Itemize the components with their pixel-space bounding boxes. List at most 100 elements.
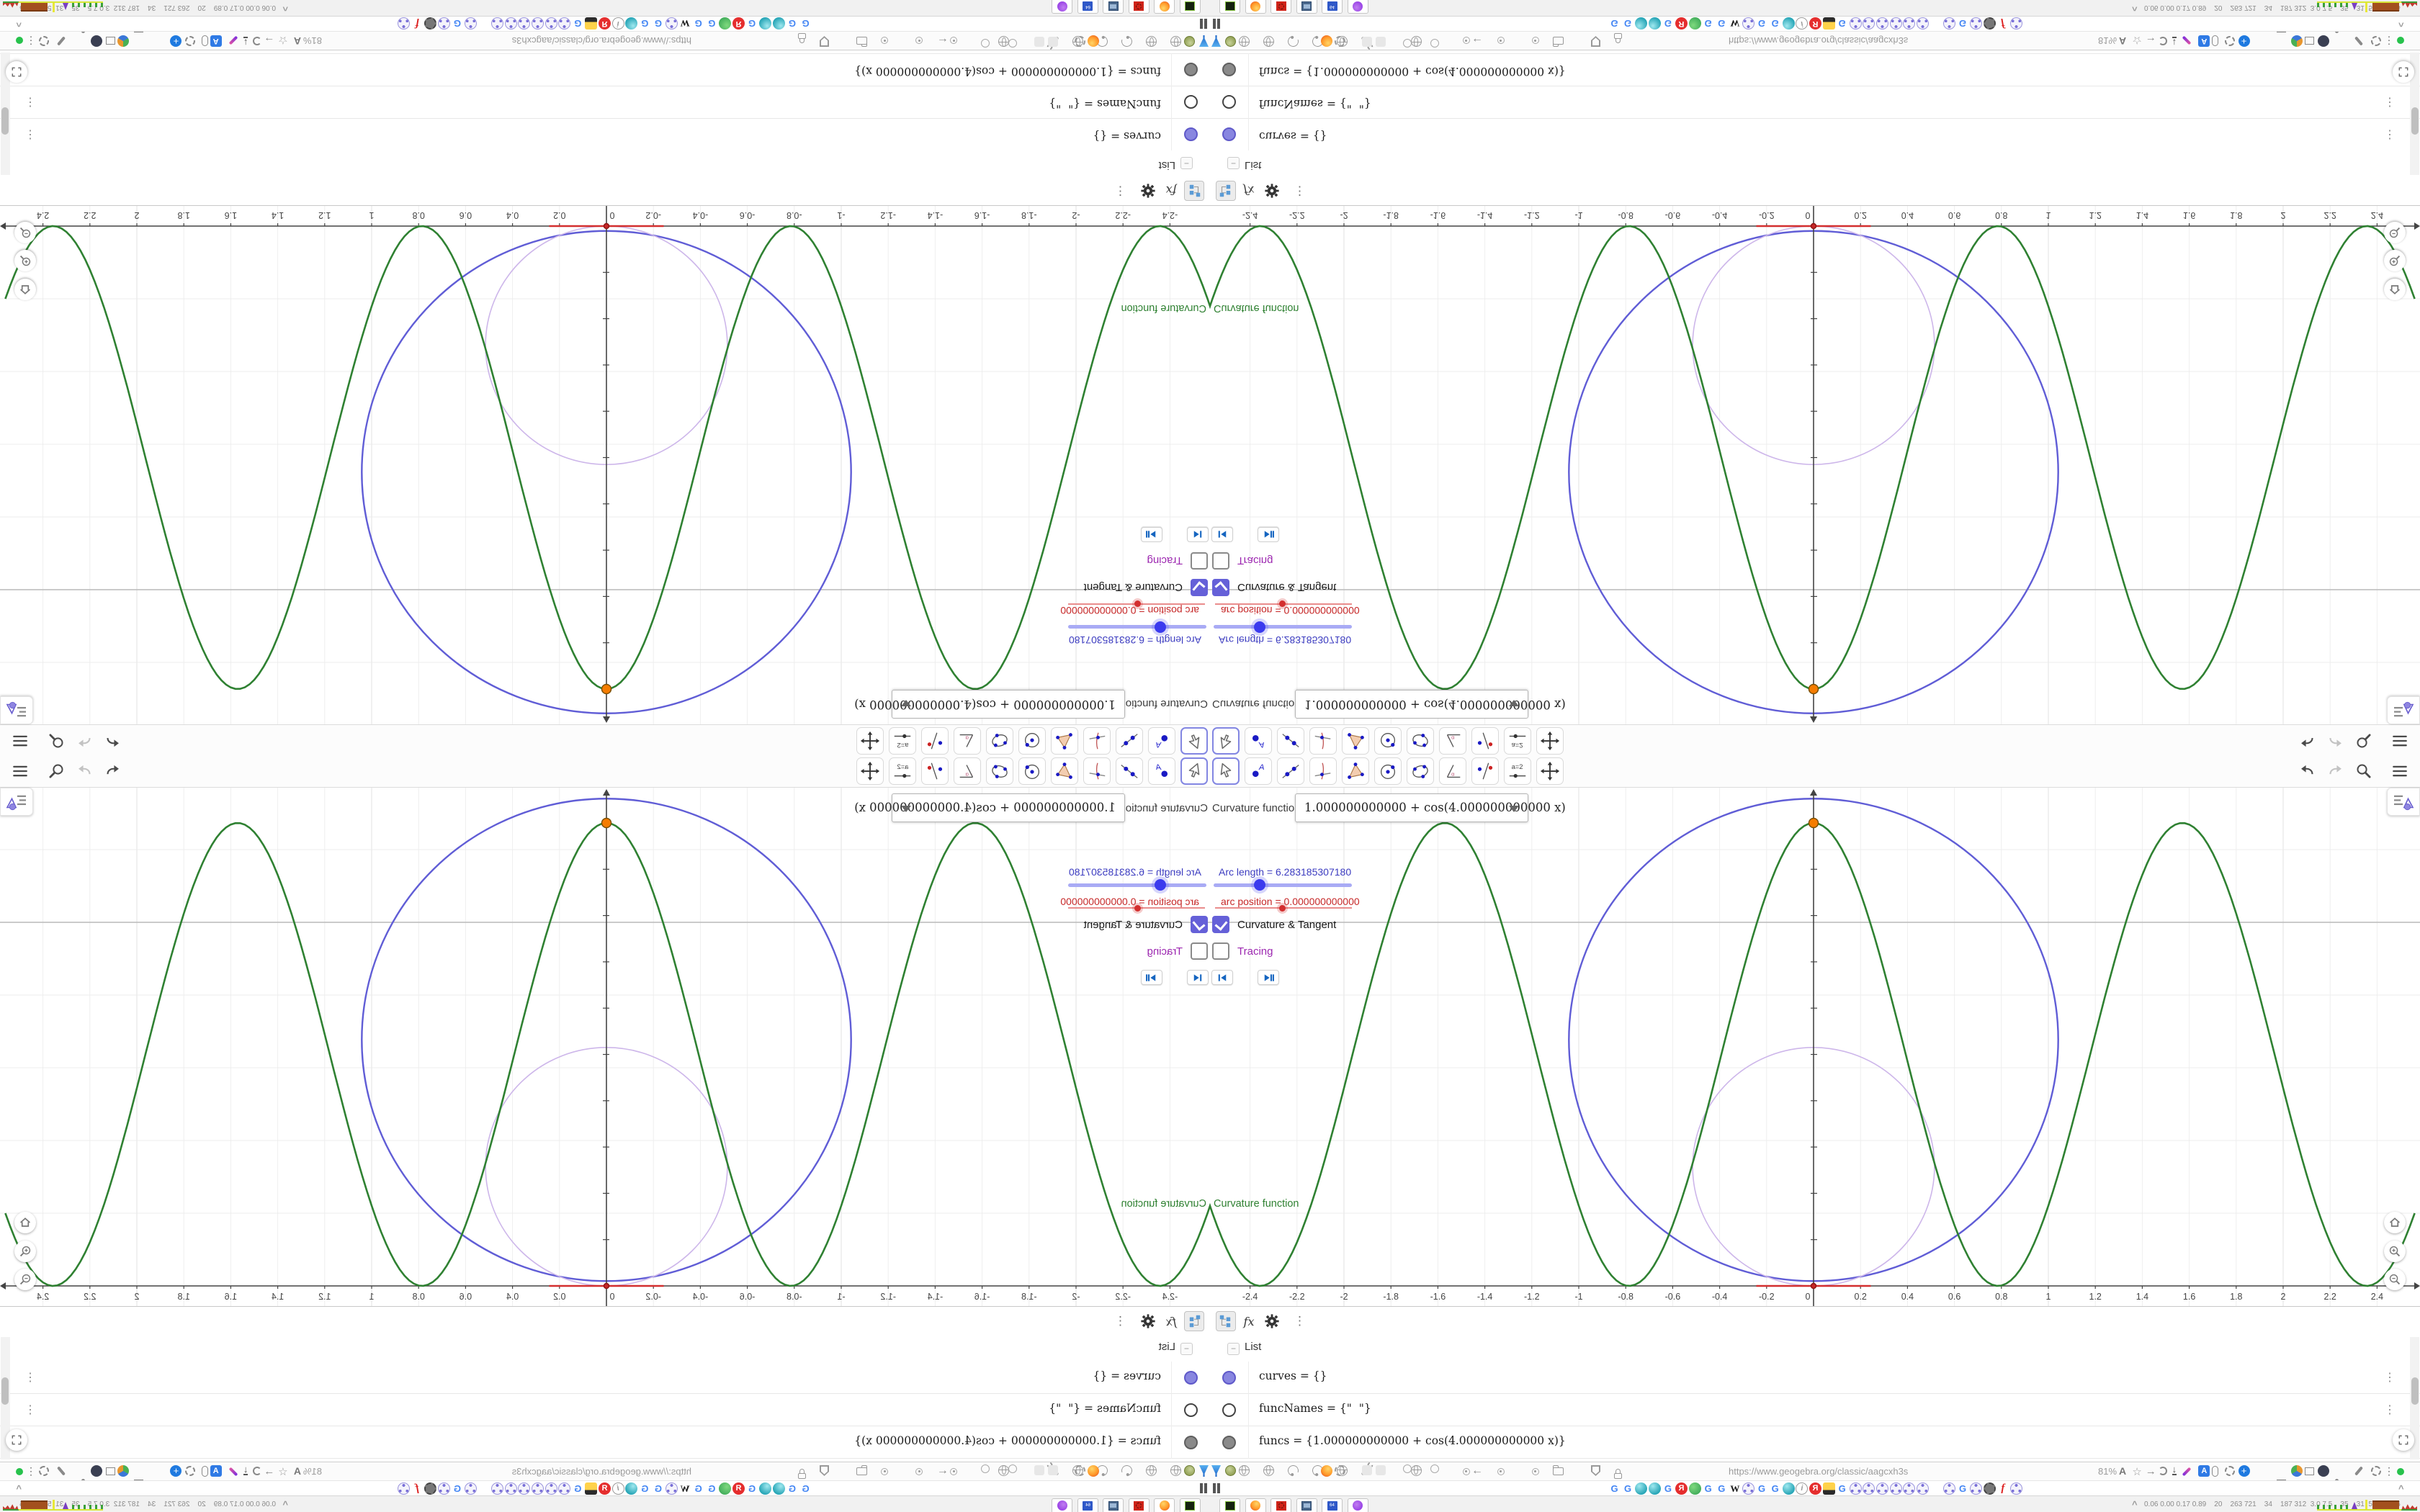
radio-circle-icon[interactable] [981, 1464, 990, 1473]
letter-a-blue-icon[interactable]: A [210, 35, 222, 47]
geogebra-icon[interactable] [437, 1482, 450, 1495]
tool-move-cursor[interactable] [1212, 727, 1240, 755]
scrollbar-thumb[interactable] [1, 107, 9, 135]
google-icon[interactable]: G [652, 17, 664, 30]
google-icon[interactable]: G [1662, 1482, 1674, 1495]
letter-a-blue-icon[interactable]: A [2198, 35, 2210, 47]
pause-bars-icon[interactable] [1198, 19, 1207, 29]
tool-slider[interactable]: a=2 [1504, 727, 1531, 755]
arc-position-slider[interactable] [1068, 904, 1205, 912]
yandex-icon[interactable]: Я [599, 17, 611, 30]
olive-circle-icon[interactable] [1225, 1465, 1236, 1476]
pause-bars-icon[interactable] [1198, 1483, 1207, 1493]
orb-icon[interactable] [759, 1482, 772, 1495]
letter-a-icon[interactable]: A [2119, 1465, 2126, 1477]
tabstrip-expander[interactable]: ^ [2398, 1483, 2404, 1494]
lock-icon[interactable] [798, 33, 806, 39]
taskbar-app-red-gear[interactable] [1129, 1498, 1150, 1512]
orb-icon[interactable] [1635, 1482, 1648, 1495]
radio-dot-icon[interactable] [881, 37, 888, 44]
geogebra-icon[interactable] [1889, 17, 1902, 30]
letter-a-icon[interactable]: A [294, 1465, 301, 1477]
google-icon[interactable]: G [572, 1482, 584, 1495]
ghost-icon[interactable] [1362, 37, 1372, 47]
tool-perpendicular-line[interactable] [1083, 757, 1111, 785]
gear-dark-icon[interactable] [1983, 17, 1996, 30]
folder-icon[interactable] [856, 37, 867, 45]
scrollbar-thumb[interactable] [2411, 1377, 2419, 1405]
graphics-stylebar-button[interactable] [0, 788, 33, 816]
undo-button[interactable] [2298, 762, 2317, 780]
folder-icon[interactable] [1553, 1465, 1564, 1475]
orb-icon[interactable] [625, 17, 638, 30]
kebab-icon[interactable]: ⋮ [1114, 184, 1126, 198]
menu-button[interactable] [2390, 732, 2409, 750]
search-button[interactable] [47, 732, 66, 750]
algebra-row[interactable]: funcs = {1.000000000000 + cos(4.00000000… [0, 1426, 1210, 1459]
globe-icon[interactable] [1146, 36, 1157, 47]
geogebra-icon[interactable] [558, 1482, 571, 1495]
google-icon[interactable]: G [706, 1482, 718, 1495]
zoom-in-button[interactable] [2384, 250, 2406, 271]
google-icon[interactable]: G [1702, 1482, 1714, 1495]
lo-circle-icon[interactable] [91, 1465, 102, 1477]
letter-a-blue-icon[interactable]: A [2198, 1465, 2210, 1477]
visibility-marble[interactable] [1184, 1403, 1198, 1417]
taskbar-app-firefox[interactable] [1245, 1498, 1266, 1512]
globe-icon[interactable] [1239, 36, 1250, 47]
pause-bars-icon[interactable] [1213, 1483, 1222, 1493]
letter-f-icon[interactable]: f [1996, 17, 2009, 30]
algebra-row[interactable]: funcNames = {" "} ⋮ [1210, 86, 2420, 118]
image-icon[interactable] [585, 1482, 598, 1495]
google-icon[interactable]: G [1608, 17, 1621, 30]
collapse-list-button[interactable]: − [1180, 157, 1193, 169]
tool-line[interactable] [1116, 727, 1143, 755]
green-wave-icon[interactable] [1688, 17, 1701, 30]
row-kebab-icon[interactable]: ⋮ [24, 127, 36, 142]
input-fx-button[interactable]: fx [1239, 1311, 1259, 1331]
menu-button[interactable] [11, 732, 30, 750]
gear-icon[interactable] [1075, 1465, 1085, 1476]
yandex-icon[interactable]: Я [1675, 17, 1688, 30]
taskbar-app-red-gear[interactable] [1129, 0, 1150, 14]
geogebra-icon[interactable] [491, 1482, 504, 1495]
firefox-icon[interactable] [1321, 35, 1332, 47]
geogebra-icon[interactable] [544, 17, 557, 30]
algebra-row[interactable]: funcNames = {" "} ⋮ [0, 86, 1210, 118]
geogebra-icon[interactable] [558, 17, 571, 30]
taskbar-app-purple-mask[interactable] [1347, 0, 1368, 14]
letter-f-icon[interactable]: f [1996, 1482, 2009, 1495]
tool-point[interactable]: A [1245, 727, 1272, 755]
tool-point[interactable]: A [1148, 757, 1175, 785]
algebra-row[interactable]: curves = {} ⋮ [1210, 118, 2420, 150]
image-icon[interactable] [1822, 1482, 1835, 1495]
tool-move-graphics-view[interactable] [1536, 757, 1564, 785]
olive-circle-icon[interactable] [1184, 1465, 1195, 1476]
shield-icon[interactable] [820, 1465, 829, 1476]
star-icon[interactable]: ☆ [278, 1465, 287, 1478]
graphics-stylebar-button[interactable] [0, 696, 33, 724]
graphics-stylebar-button[interactable] [2387, 696, 2420, 724]
olive-circle-icon[interactable] [1184, 36, 1195, 47]
gauge-icon[interactable] [1119, 34, 1134, 49]
tool-ellipse[interactable] [1407, 757, 1434, 785]
slider-handle[interactable] [1154, 621, 1166, 633]
tool-angle[interactable]: α [954, 757, 981, 785]
tool-circle-with-center[interactable] [1374, 757, 1402, 785]
taskbar-app-monitor[interactable] [1103, 0, 1124, 14]
play-pause-button[interactable] [1141, 527, 1162, 542]
tool-move-graphics-view[interactable] [856, 727, 884, 755]
google-icon[interactable]: G [1702, 17, 1714, 30]
letter-a-icon[interactable]: A [2119, 35, 2126, 47]
firefox-icon[interactable] [1088, 1465, 1099, 1477]
geogebra-icon[interactable] [518, 17, 531, 30]
undo-button[interactable] [2298, 732, 2317, 750]
google-icon[interactable]: G [746, 1482, 758, 1495]
zoom-in-button[interactable] [2384, 1241, 2406, 1262]
fullscreen-button[interactable] [6, 61, 27, 83]
skip-to-start-button[interactable] [1211, 527, 1233, 542]
graphics-view[interactable]: -2.4 -2.2 -2 -1.8 -1.6 -1.4 -1.2 -1 -0.8 -0.6 -0.4… [0, 206, 1210, 736]
gear-icon[interactable] [1335, 36, 1345, 47]
orb-icon[interactable] [772, 17, 785, 30]
tool-line[interactable] [1116, 757, 1143, 785]
